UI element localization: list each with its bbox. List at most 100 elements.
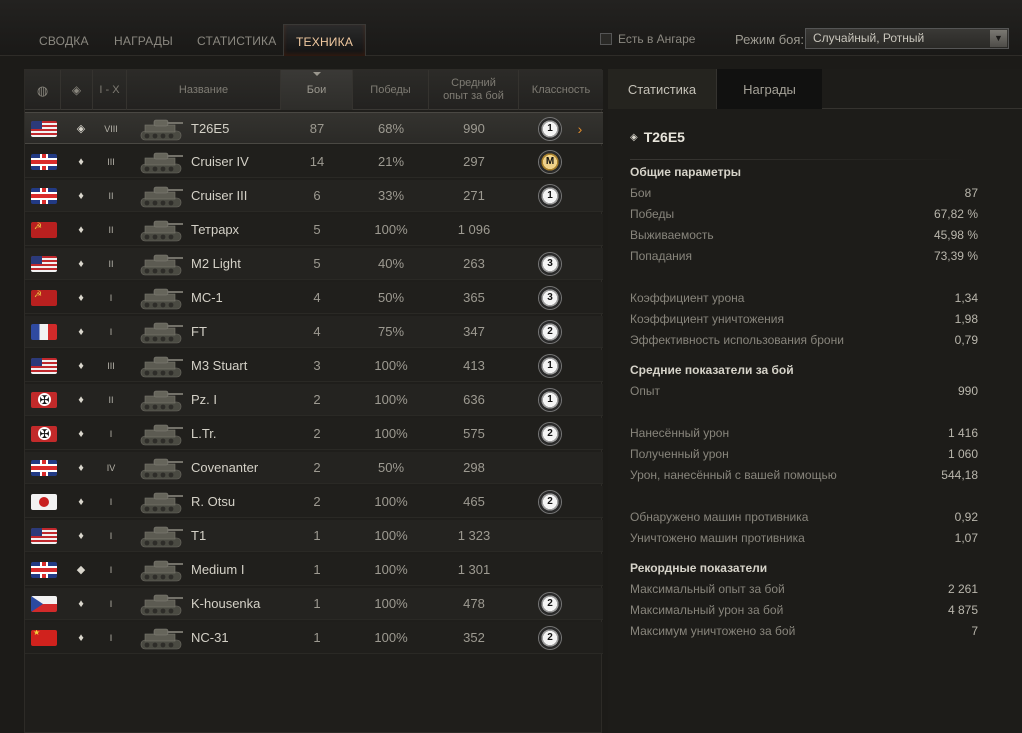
vehicle-name: Pz. I xyxy=(191,392,218,407)
wins-value: 100% xyxy=(374,426,408,441)
light-tank-icon: ♦ xyxy=(78,224,84,236)
table-row[interactable]: ♦ I FT 4 75% 347 2 xyxy=(25,316,603,348)
panel-tabs: Статистика Награды xyxy=(608,69,1022,109)
globe-icon: ◍ xyxy=(36,82,49,98)
wins-value: 100% xyxy=(374,596,408,611)
table-row[interactable]: ◆ I Medium I 1 100% 1 301 xyxy=(25,554,603,586)
vehicle-tier: II xyxy=(108,395,114,405)
battles-value: 2 xyxy=(313,460,321,475)
tank-image xyxy=(140,186,183,208)
usa-flag-icon xyxy=(31,121,57,137)
vehicle-tier: I xyxy=(109,565,113,575)
avg-xp-value: 352 xyxy=(463,630,485,645)
stat-row: Коэффициент уничтожения 1,98 xyxy=(630,309,978,329)
light-tank-icon: ♦ xyxy=(78,496,84,508)
vehicle-name: K-housenka xyxy=(191,596,261,611)
stat-label: Урон, нанесённый с вашей помощью xyxy=(630,468,837,482)
tank-image xyxy=(140,424,183,446)
usa-flag-icon xyxy=(31,358,57,374)
hangar-checkbox[interactable] xyxy=(600,33,612,45)
nation-column-header[interactable]: ◍ xyxy=(25,70,61,110)
uk-flag-icon xyxy=(31,188,57,204)
tab-awards[interactable]: Награды xyxy=(102,26,185,54)
table-row[interactable]: ♦ I NC-31 1 100% 352 2 xyxy=(25,622,603,654)
vehicle-tier: I xyxy=(109,497,113,507)
stat-value: 0,79 xyxy=(954,333,978,347)
table-row[interactable]: ♦ I R. Otsu 2 100% 465 2 xyxy=(25,486,603,518)
stat-value: 1,34 xyxy=(954,291,978,305)
vehicle-tier: III xyxy=(107,157,115,167)
avg-xp-value: 465 xyxy=(463,494,485,509)
wins-value: 68% xyxy=(377,121,405,136)
light-tank-icon: ♦ xyxy=(78,326,84,338)
wins-value: 50% xyxy=(377,460,405,475)
avg-xp-value: 478 xyxy=(463,596,485,611)
stat-value: 0,92 xyxy=(954,510,978,524)
table-row[interactable]: ♦ II Cruiser III 6 33% 271 1 xyxy=(25,180,603,212)
vehicle-details-panel: Статистика Награды ◈ T26E5 Общие парамет… xyxy=(608,69,1022,733)
stat-row: Попадания 73,39 % xyxy=(630,246,978,266)
stat-value: 73,39 % xyxy=(933,249,978,263)
tank-image xyxy=(140,119,183,141)
stat-row: Максимальный опыт за бой 2 261 xyxy=(630,579,978,599)
wins-column-header[interactable]: Победы xyxy=(353,70,429,110)
chevron-down-icon[interactable]: ▼ xyxy=(990,30,1007,47)
vehicle-tier: II xyxy=(108,225,114,235)
battles-value: 4 xyxy=(313,290,321,305)
battles-value: 87 xyxy=(309,121,325,136)
stat-row: Уничтожено машин противника 1,07 xyxy=(630,528,978,548)
vehicle-name: T26E5 xyxy=(191,121,230,136)
wins-value: 100% xyxy=(374,630,408,645)
vehicle-name: Cruiser III xyxy=(191,188,248,203)
table-row[interactable]: ♦ I T1 1 100% 1 323 xyxy=(25,520,603,552)
table-row[interactable]: ♦ II Pz. I 2 100% 636 1 xyxy=(25,384,603,416)
table-row[interactable]: ♦ II M2 Light 5 40% 263 3 xyxy=(25,248,603,280)
table-row[interactable]: ♦ III Cruiser IV 14 21% 297 M xyxy=(25,146,603,178)
name-column-header[interactable]: Название xyxy=(127,70,281,110)
mastery-badge-icon: 1 xyxy=(539,355,561,377)
stat-value: 2 261 xyxy=(947,582,978,596)
mastery-column-header[interactable]: Классность xyxy=(519,70,603,110)
avg-xp-column-header[interactable]: Средний опыт за бой xyxy=(429,70,519,110)
table-row[interactable]: ♦ I K-housenka 1 100% 478 2 xyxy=(25,588,603,620)
panel-tab-statistics[interactable]: Статистика xyxy=(608,69,716,109)
stat-label: Победы xyxy=(630,207,675,221)
vehicle-tier: I xyxy=(109,327,113,337)
stat-value: 990 xyxy=(957,384,978,398)
tab-vehicles[interactable]: Техника xyxy=(283,24,367,56)
battles-value: 6 xyxy=(313,188,321,203)
battles-value: 2 xyxy=(313,426,321,441)
light-tank-icon: ♦ xyxy=(78,292,84,304)
table-row[interactable]: ♦ I L.Tr. 2 100% 575 2 xyxy=(25,418,603,450)
mastery-badge-icon: 3 xyxy=(539,253,561,275)
stat-row: Опыт 990 xyxy=(630,381,978,401)
battle-mode-select[interactable]: Случайный, Ротный ▼ xyxy=(805,28,1009,49)
avg-xp-value: 413 xyxy=(463,358,485,373)
vehicle-tier: III xyxy=(107,361,115,371)
light-tank-icon: ♦ xyxy=(78,394,84,406)
battle-mode-value: Случайный, Ротный xyxy=(813,31,925,45)
usa-flag-icon xyxy=(31,528,57,544)
vehicle-tier: VIII xyxy=(104,124,118,134)
stat-value: 1,98 xyxy=(954,312,978,326)
table-row[interactable]: ♦ III M3 Stuart 3 100% 413 1 xyxy=(25,350,603,382)
table-row[interactable]: ◈ VIII T26E5 87 68% 990 1 › xyxy=(25,112,603,144)
type-column-header[interactable]: ◈ xyxy=(61,70,93,110)
battles-value: 1 xyxy=(313,596,321,611)
tab-summary[interactable]: Сводка xyxy=(27,26,101,54)
fr-flag-icon xyxy=(31,324,57,340)
battles-value: 5 xyxy=(313,256,321,271)
tab-statistics[interactable]: Статистика xyxy=(185,26,288,54)
stat-row: Нанесённый урон 1 416 xyxy=(630,423,978,443)
stat-label: Уничтожено машин противника xyxy=(630,531,805,545)
battles-column-header[interactable]: Бои xyxy=(281,70,353,110)
table-row[interactable]: ♦ IV Covenanter 2 50% 298 xyxy=(25,452,603,484)
stat-value: 45,98 % xyxy=(933,228,978,242)
tank-image xyxy=(140,594,183,616)
battles-value: 1 xyxy=(313,630,321,645)
panel-tab-awards[interactable]: Награды xyxy=(716,69,822,109)
table-row[interactable]: ♦ II Тетрарх 5 100% 1 096 xyxy=(25,214,603,246)
table-row[interactable]: ♦ I MC-1 4 50% 365 3 xyxy=(25,282,603,314)
tier-column-header[interactable]: I - X xyxy=(93,70,127,110)
hangar-filter[interactable]: Есть в Ангаре xyxy=(600,32,695,46)
